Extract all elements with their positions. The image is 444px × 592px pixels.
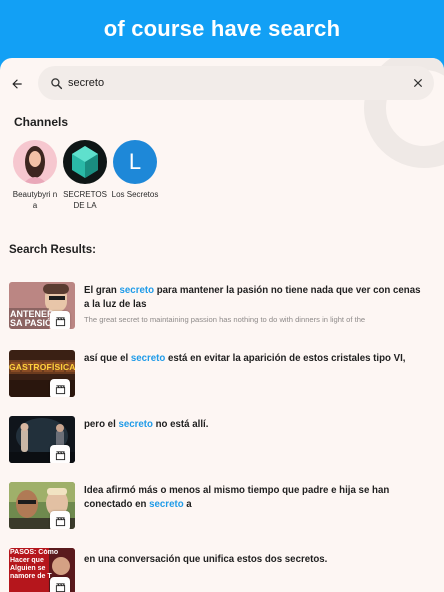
- video-thumbnail: PASOS: Cómo Hacer que Alguien se namore …: [9, 548, 75, 592]
- channel-name: SECRETOS DE LA: [63, 190, 107, 210]
- search-result-item[interactable]: GASTROFÍSICA así que el secreto está en …: [9, 350, 439, 400]
- close-icon: [414, 79, 422, 87]
- search-result-item[interactable]: ANTENER SA PASIÓ El gran secreto para ma…: [9, 282, 439, 332]
- result-text: en una conversación que unifica estos do…: [84, 553, 424, 567]
- result-text: pero el secreto no está allí.: [84, 418, 424, 432]
- result-transcript: pero el secreto no está allí.: [84, 419, 209, 430]
- video-thumbnail: [9, 416, 75, 463]
- search-result-item[interactable]: PASOS: Cómo Hacer que Alguien se namore …: [9, 548, 439, 592]
- channel-avatar: L: [113, 140, 157, 184]
- open-video-button[interactable]: [50, 379, 70, 397]
- promo-banner: of course have search: [0, 0, 444, 58]
- result-highlight: secreto: [149, 499, 184, 510]
- result-transcript: en una conversación que unifica estos do…: [84, 554, 328, 565]
- channel-item[interactable]: Beautybyri na: [10, 140, 60, 211]
- open-video-button[interactable]: [50, 577, 70, 592]
- channel-initial: L: [128, 149, 142, 174]
- arrow-back-icon: [12, 79, 22, 89]
- result-highlight: secreto: [118, 419, 153, 430]
- search-bar-row: [0, 64, 444, 104]
- result-text: así que el secreto está en evitar la apa…: [84, 352, 424, 366]
- channels-heading: Channels: [14, 115, 69, 129]
- channel-avatar: [13, 140, 57, 184]
- video-clip-icon: [55, 450, 65, 460]
- channel-name: Los Secretos: [111, 190, 159, 199]
- clear-search-button[interactable]: [408, 73, 428, 93]
- open-video-button[interactable]: [50, 511, 70, 529]
- search-input[interactable]: [68, 77, 368, 89]
- channel-avatar: [63, 140, 107, 184]
- search-box[interactable]: [38, 66, 434, 100]
- video-clip-icon: [55, 516, 65, 526]
- search-icon: [44, 77, 68, 90]
- video-thumbnail: [9, 482, 75, 529]
- app-screen: Channels Beautybyri na: [0, 58, 444, 592]
- channel-item[interactable]: SECRETOS DE LA: [60, 140, 110, 211]
- result-highlight: secreto: [130, 353, 166, 364]
- result-text: Idea afirmó más o menos al mismo tiempo …: [84, 484, 424, 512]
- thumbnail-caption: ANTENER SA PASIÓ: [10, 310, 54, 328]
- search-result-item[interactable]: pero el secreto no está allí.: [9, 416, 439, 466]
- search-result-item[interactable]: Idea afirmó más o menos al mismo tiempo …: [9, 482, 439, 532]
- open-video-button[interactable]: [50, 311, 70, 329]
- back-button[interactable]: [2, 69, 32, 99]
- result-transcript: así que el secreto está en evitar la apa…: [84, 353, 406, 364]
- open-video-button[interactable]: [50, 445, 70, 463]
- video-clip-icon: [55, 316, 65, 326]
- result-translation: The great secret to maintaining passion …: [84, 315, 366, 324]
- video-clip-icon: [55, 582, 65, 592]
- search-results-heading: Search Results:: [9, 244, 96, 256]
- result-text: El gran secreto para mantener la pasión …: [84, 284, 424, 326]
- channel-item[interactable]: L Los Secretos: [110, 140, 160, 211]
- channels-list: Beautybyri na SECRETOS DE LA L Los Secre…: [10, 140, 160, 211]
- banner-title: of course have search: [103, 16, 341, 41]
- channel-name: Beautybyri na: [12, 190, 58, 210]
- video-clip-icon: [55, 384, 65, 394]
- video-thumbnail: ANTENER SA PASIÓ: [9, 282, 75, 329]
- result-transcript: Idea afirmó más o menos al mismo tiempo …: [84, 485, 390, 510]
- result-transcript: El gran secreto para mantener la pasión …: [84, 285, 421, 310]
- video-thumbnail: GASTROFÍSICA: [9, 350, 75, 397]
- result-highlight: secreto: [119, 285, 154, 296]
- thumbnail-caption: GASTROFÍSICA: [9, 362, 75, 372]
